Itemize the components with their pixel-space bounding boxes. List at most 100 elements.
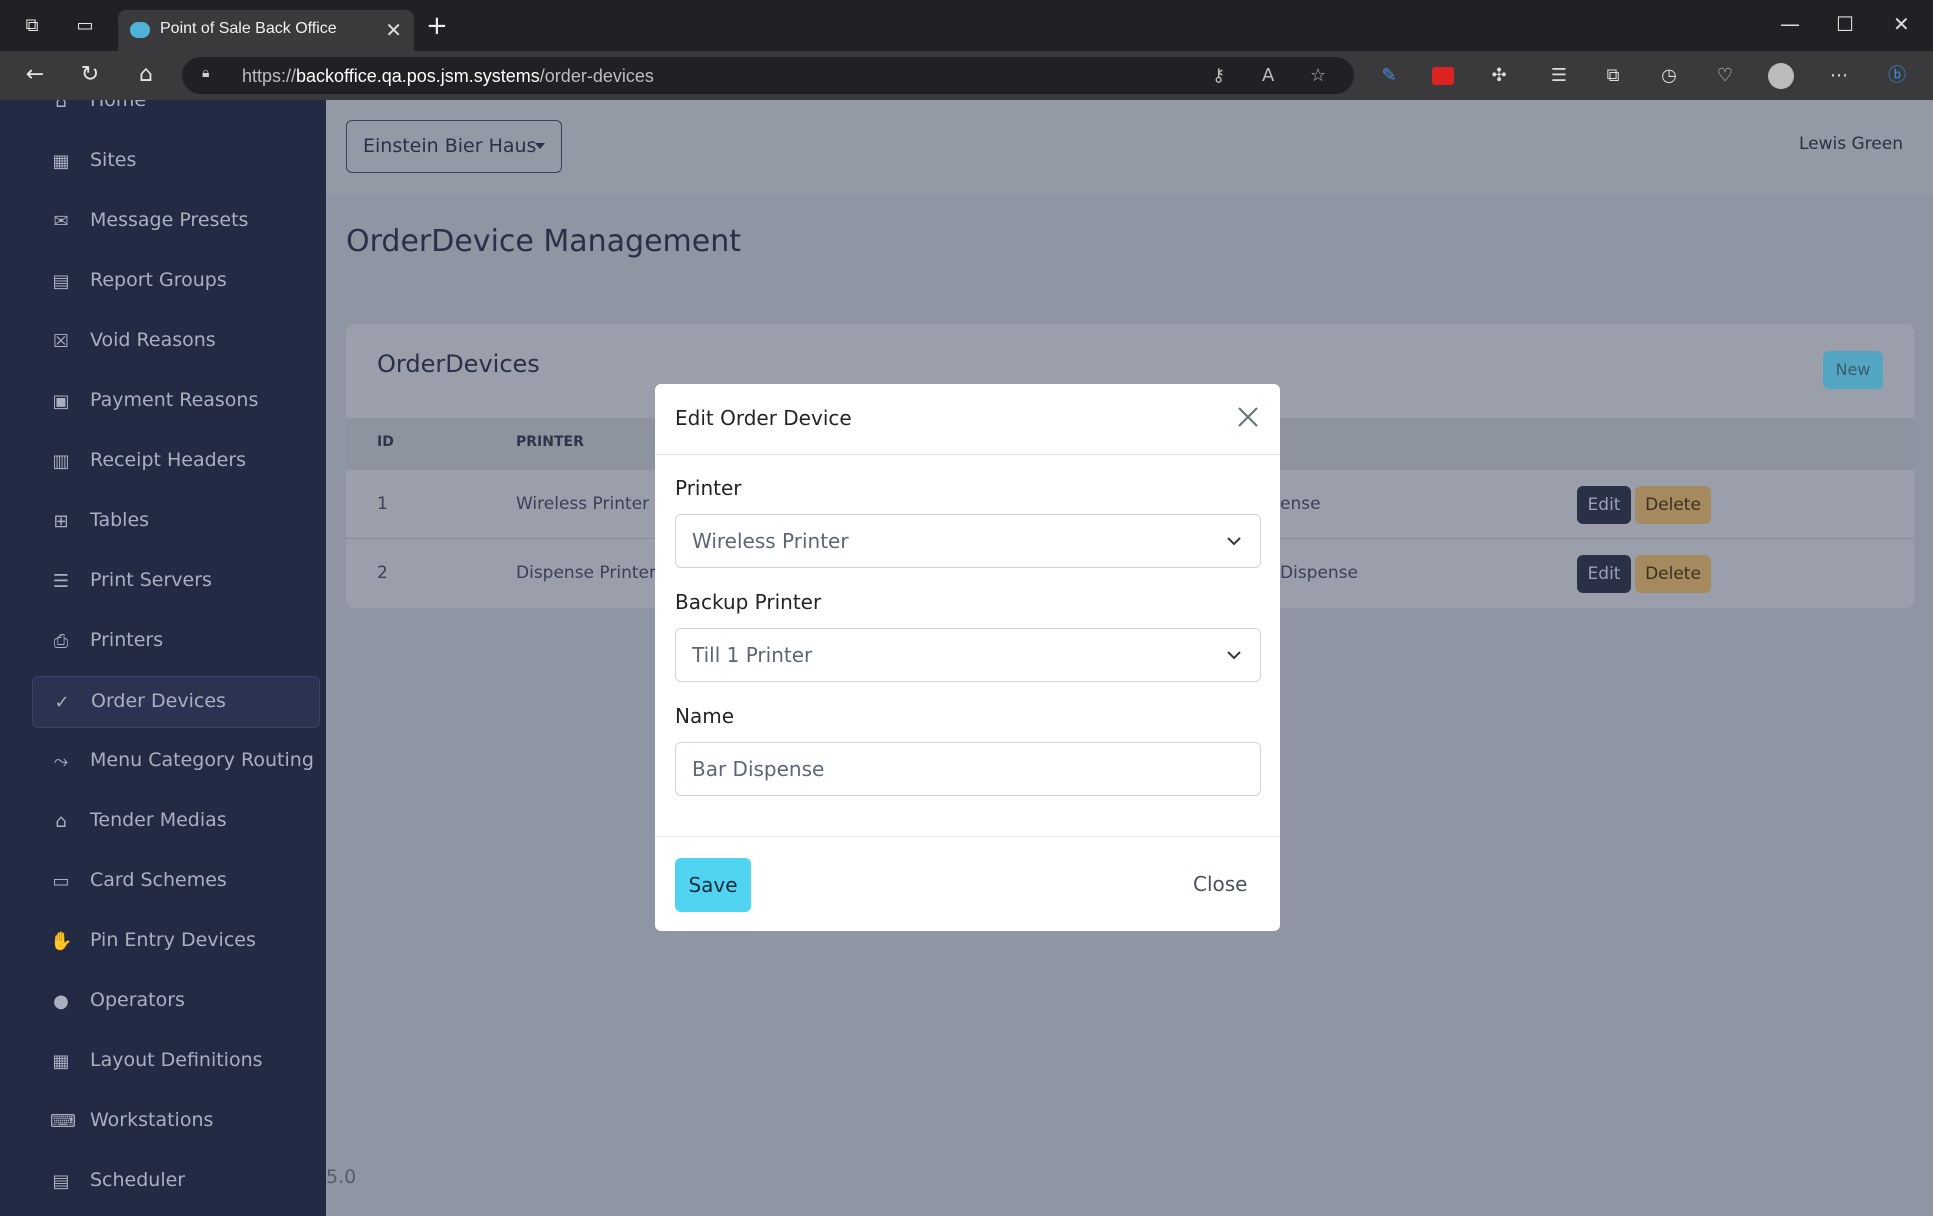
sidebar-item-home[interactable]: ⌂ Home — [32, 100, 320, 128]
check-icon: ✓ — [54, 692, 70, 713]
cell-id: 1 — [377, 494, 388, 514]
copilot-icon[interactable]: ⓑ — [1884, 63, 1910, 89]
sidebar-item-layout-definitions[interactable]: ▦ Layout Definitions — [32, 1036, 320, 1088]
sidebar-item-print-servers[interactable]: ☰ Print Servers — [32, 556, 320, 608]
back-icon[interactable]: ← — [22, 63, 48, 87]
browser-tabbar: ⧉ ▭ Point of Sale Back Office ✕ + — ☐ ✕ — [0, 0, 1933, 51]
new-button[interactable]: New — [1823, 351, 1883, 389]
backup-printer-label: Backup Printer — [675, 590, 822, 614]
money-icon: ▣ — [52, 391, 70, 412]
backup-printer-select-value: Till 1 Printer — [692, 643, 813, 667]
printer-label: Printer — [675, 476, 742, 500]
more-options-icon[interactable]: ⋯ — [1826, 63, 1852, 89]
home-button-icon[interactable]: ⌂ — [133, 63, 159, 87]
report-icon: ▤ — [52, 271, 70, 292]
sidebar-item-report-groups[interactable]: ▤ Report Groups — [32, 256, 320, 308]
close-button[interactable]: Close — [1193, 872, 1247, 896]
browser-tab[interactable]: Point of Sale Back Office ✕ — [118, 10, 414, 51]
edit-button[interactable]: Edit — [1577, 486, 1631, 524]
browser-toolbar: ← ↻ ⌂ 🔒︎ https://backoffice.qa.pos.jsm.s… — [0, 51, 1933, 100]
extensions-puzzle-icon[interactable]: ✣ — [1486, 63, 1512, 89]
favorite-star-icon[interactable]: ☆ — [1310, 65, 1326, 86]
cell-printer: Wireless Printer — [516, 494, 650, 514]
printer-icon: ⎙ — [53, 631, 69, 652]
printer-select[interactable]: Wireless Printer — [675, 514, 1261, 568]
clipboard-icon: ▤ — [52, 1171, 70, 1192]
profile-avatar-icon[interactable] — [1768, 63, 1794, 89]
sidebar-item-label: Report Groups — [90, 269, 227, 291]
key-icon[interactable]: ⚷ — [1212, 65, 1225, 86]
sidebar-item-order-devices[interactable]: ✓ Order Devices — [32, 676, 320, 728]
printer-select-value: Wireless Printer — [692, 529, 849, 553]
tab-actions-icon[interactable]: ▭ — [73, 14, 97, 38]
save-button[interactable]: Save — [675, 858, 751, 912]
user-name[interactable]: Lewis Green — [1799, 134, 1903, 154]
name-label: Name — [675, 704, 735, 728]
workspaces-icon[interactable]: ⧉ — [20, 14, 44, 38]
new-tab-icon[interactable]: + — [426, 13, 448, 39]
page-title: OrderDevice Management — [346, 224, 742, 259]
refresh-icon[interactable]: ↻ — [77, 63, 103, 87]
sidebar-item-operators[interactable]: ● Operators — [32, 976, 320, 1028]
cell-id: 2 — [377, 563, 388, 583]
bank-icon: ⌂ — [55, 811, 67, 832]
route-icon: ⤳ — [53, 751, 69, 772]
sidebar-item-sites[interactable]: ▦ Sites — [32, 136, 320, 188]
favorites-icon[interactable]: ☰ — [1546, 63, 1572, 89]
sidebar-item-tables[interactable]: ⊞ Tables — [32, 496, 320, 548]
cell-printer: Dispense Printer — [516, 563, 656, 583]
performance-icon[interactable]: ♡ — [1712, 63, 1738, 89]
lock-icon[interactable]: 🔒︎ — [202, 65, 218, 85]
close-tab-icon[interactable]: ✕ — [385, 18, 402, 42]
site-selector-dropdown[interactable]: Einstein Bier Haus — [346, 120, 562, 173]
edit-button[interactable]: Edit — [1577, 555, 1631, 593]
extension-tool-icon[interactable]: ✎ — [1376, 63, 1402, 89]
sidebar-item-label: Printers — [90, 629, 164, 651]
building-icon: ▦ — [52, 151, 70, 172]
read-aloud-icon[interactable]: A — [1262, 65, 1274, 86]
envelope-icon: ✉ — [53, 211, 69, 232]
sidebar-item-tender-medias[interactable]: ⌂ Tender Medias — [32, 796, 320, 848]
sidebar-item-workstations[interactable]: ⌨ Workstations — [32, 1096, 320, 1148]
collections-icon[interactable]: ⧉ — [1600, 63, 1626, 89]
user-icon: ● — [53, 991, 69, 1012]
sidebar-item-label: Order Devices — [91, 690, 226, 712]
history-icon[interactable]: ◷ — [1656, 63, 1682, 89]
chevron-down-icon — [1227, 651, 1241, 660]
x-square-icon: ☒ — [52, 331, 70, 352]
sidebar-item-scheduler[interactable]: ▤ Scheduler — [32, 1156, 320, 1208]
backup-printer-select[interactable]: Till 1 Printer — [675, 628, 1261, 682]
sidebar-item-label: Pin Entry Devices — [90, 929, 256, 951]
url-text[interactable]: https://backoffice.qa.pos.jsm.systems/or… — [242, 66, 654, 87]
sidebar-item-label: Scheduler — [90, 1169, 186, 1191]
window-close-icon[interactable]: ✕ — [1893, 12, 1910, 36]
sidebar-item-payment-reasons[interactable]: ▣ Payment Reasons — [32, 376, 320, 428]
cell-name: Dispense — [1280, 563, 1359, 583]
chevron-down-icon — [1227, 537, 1241, 546]
modal-title: Edit Order Device — [675, 406, 852, 430]
sidebar-item-card-schemes[interactable]: ▭ Card Schemes — [32, 856, 320, 908]
delete-button[interactable]: Delete — [1635, 486, 1711, 524]
sidebar-item-label: Layout Definitions — [90, 1049, 263, 1071]
caret-down-icon — [535, 143, 545, 149]
modal-close-icon[interactable] — [1235, 404, 1261, 430]
sidebar-item-label: Payment Reasons — [90, 389, 259, 411]
modal-footer-divider — [655, 836, 1280, 837]
table-icon: ⊞ — [53, 511, 69, 532]
extension-red-icon[interactable] — [1430, 63, 1456, 89]
name-input[interactable]: Bar Dispense — [675, 742, 1261, 796]
sidebar-item-pin-entry-devices[interactable]: ✋ Pin Entry Devices — [32, 916, 320, 968]
sidebar-item-printers[interactable]: ⎙ Printers — [32, 616, 320, 668]
credit-card-icon: ▭ — [52, 871, 70, 892]
minimize-icon[interactable]: — — [1780, 12, 1800, 36]
sidebar-item-receipt-headers[interactable]: ▥ Receipt Headers — [32, 436, 320, 488]
sidebar-item-menu-category-routing[interactable]: ⤳ Menu Category Routing — [32, 736, 320, 788]
sidebar-item-message-presets[interactable]: ✉ Message Presets — [32, 196, 320, 248]
receipt-icon: ▥ — [52, 451, 70, 472]
address-bar[interactable]: 🔒︎ https://backoffice.qa.pos.jsm.systems… — [182, 57, 1354, 94]
name-input-value: Bar Dispense — [692, 757, 825, 781]
maximize-icon[interactable]: ☐ — [1836, 12, 1854, 36]
delete-button[interactable]: Delete — [1635, 555, 1711, 593]
sidebar-item-label: Workstations — [90, 1109, 214, 1131]
sidebar-item-void-reasons[interactable]: ☒ Void Reasons — [32, 316, 320, 368]
